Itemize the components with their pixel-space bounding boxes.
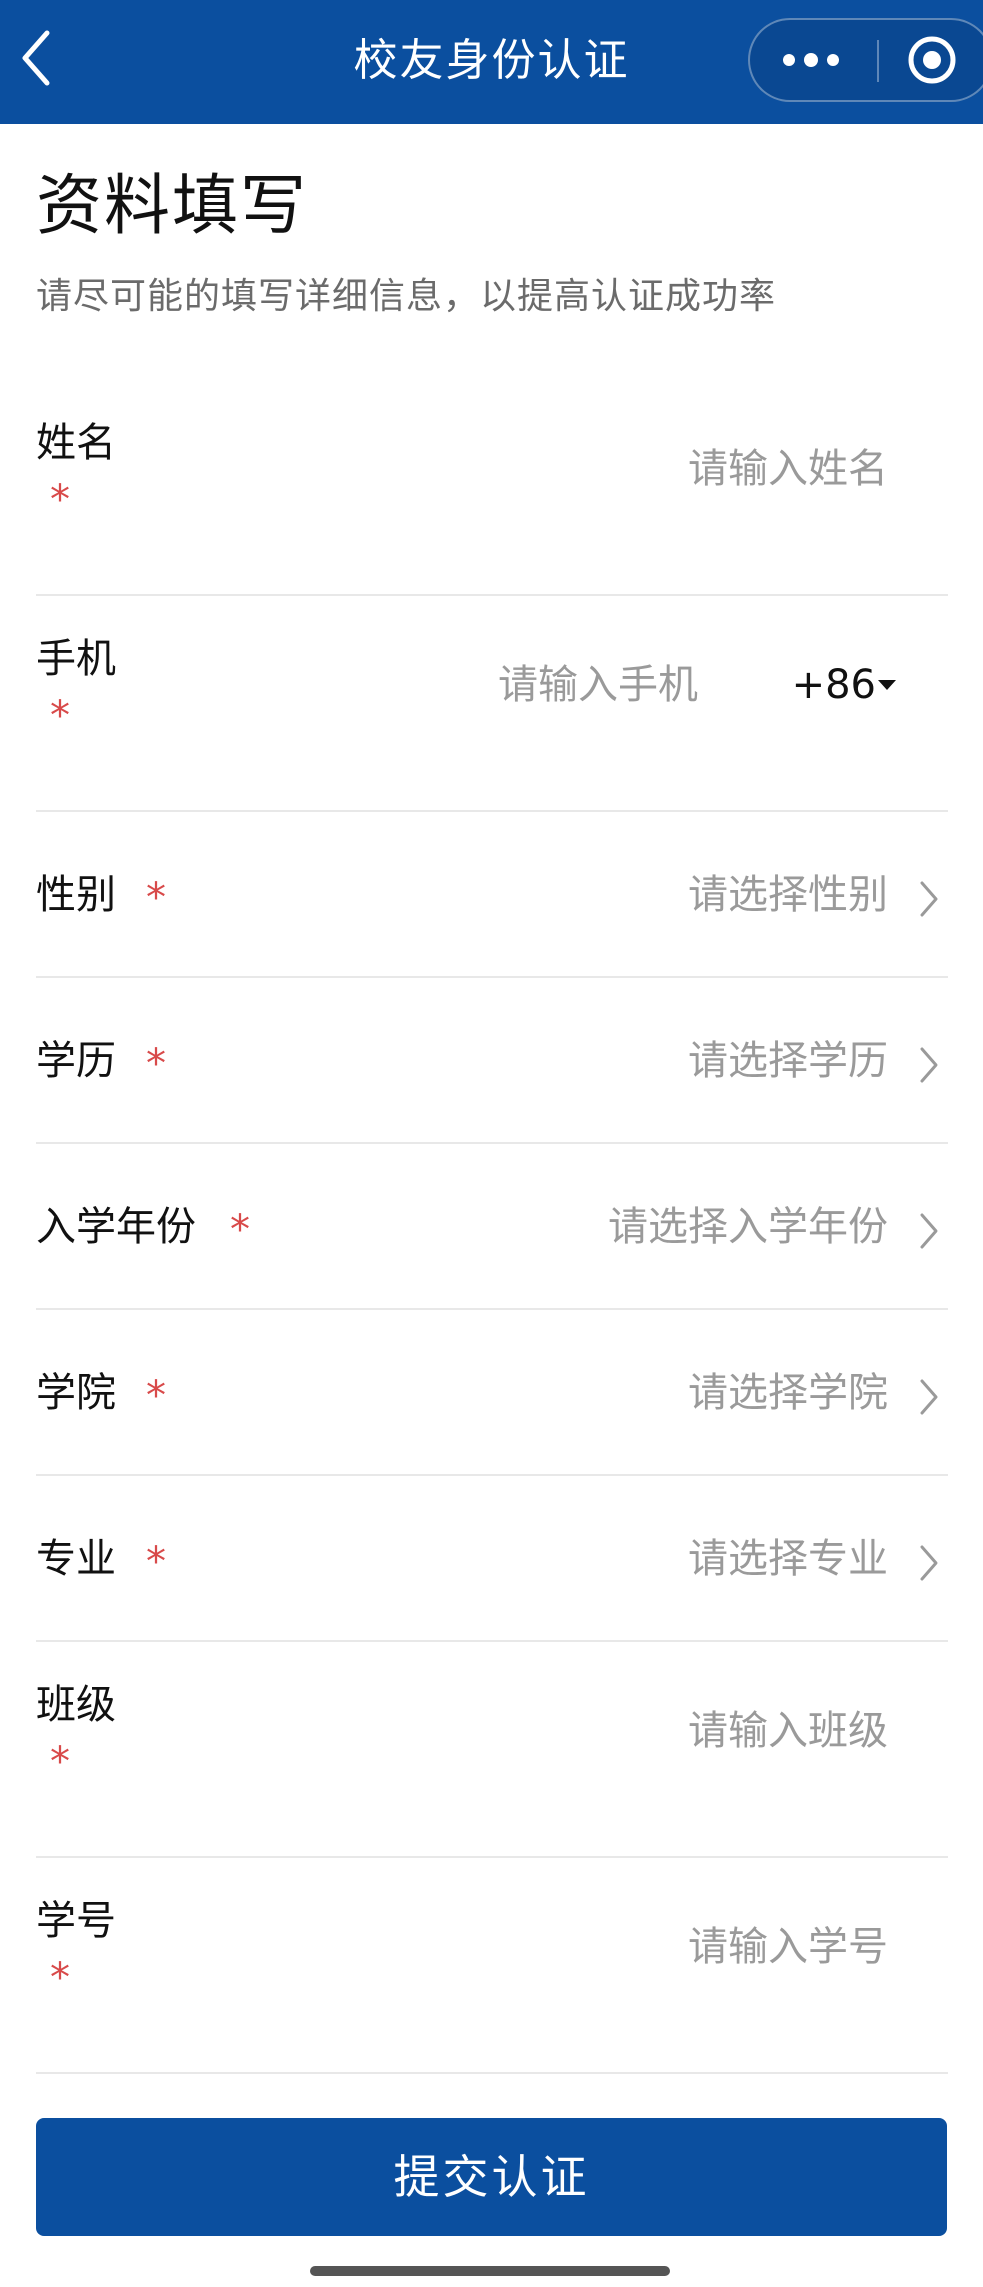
page-subtitle: 请尽可能的填写详细信息，以提高认证成功率 bbox=[36, 276, 777, 317]
chevron-right-icon bbox=[914, 1370, 944, 1424]
major-select[interactable]: 请选择专业 bbox=[688, 1532, 888, 1586]
required-mark: * bbox=[146, 1539, 166, 1585]
more-button[interactable] bbox=[750, 20, 872, 100]
chevron-right-icon bbox=[914, 872, 944, 926]
field-label: 姓名 bbox=[36, 420, 116, 466]
field-row-college[interactable]: 学院 * 请选择学院 bbox=[36, 1310, 948, 1476]
field-label: 学院 bbox=[36, 1370, 116, 1416]
field-label: 班级 bbox=[36, 1682, 116, 1728]
field-label: 专业 bbox=[36, 1536, 116, 1582]
required-mark: * bbox=[230, 1207, 250, 1253]
mini-program-capsule bbox=[748, 18, 983, 102]
nav-bar: 校友身份认证 bbox=[0, 0, 983, 124]
enrollment-year-select[interactable]: 请选择入学年份 bbox=[608, 1200, 888, 1254]
class-input[interactable]: 请输入班级 bbox=[688, 1704, 888, 1758]
field-label: 入学年份 bbox=[36, 1204, 196, 1250]
chevron-right-icon bbox=[914, 1204, 944, 1258]
profile-form: 姓名 * 请输入姓名 手机 * 请输入手机 +86 性别 * 请选择性别 学历 … bbox=[36, 380, 948, 2074]
target-circle-icon bbox=[908, 36, 956, 84]
caret-down-icon[interactable] bbox=[876, 674, 898, 696]
required-mark: * bbox=[146, 1373, 166, 1419]
field-label: 手机 bbox=[36, 636, 116, 682]
field-row-phone[interactable]: 手机 * 请输入手机 +86 bbox=[36, 596, 948, 812]
education-select[interactable]: 请选择学历 bbox=[688, 1034, 888, 1088]
field-row-gender[interactable]: 性别 * 请选择性别 bbox=[36, 812, 948, 978]
submit-button[interactable]: 提交认证 bbox=[36, 2118, 947, 2236]
close-button[interactable] bbox=[890, 20, 974, 100]
field-row-class[interactable]: 班级 * 请输入班级 bbox=[36, 1642, 948, 1858]
required-mark: * bbox=[146, 875, 166, 921]
page-title: 资料填写 bbox=[36, 167, 308, 244]
required-mark: * bbox=[50, 1739, 70, 1785]
country-code-select[interactable]: +86 bbox=[792, 658, 876, 712]
required-mark: * bbox=[50, 477, 70, 523]
field-label: 学历 bbox=[36, 1038, 116, 1084]
required-mark: * bbox=[50, 1955, 70, 2001]
field-label: 学号 bbox=[36, 1898, 116, 1944]
student-id-input[interactable]: 请输入学号 bbox=[688, 1920, 888, 1974]
chevron-right-icon bbox=[914, 1536, 944, 1590]
field-row-major[interactable]: 专业 * 请选择专业 bbox=[36, 1476, 948, 1642]
required-mark: * bbox=[50, 693, 70, 739]
field-row-student-id[interactable]: 学号 * 请输入学号 bbox=[36, 1858, 948, 2074]
field-label: 性别 bbox=[36, 872, 116, 918]
capsule-divider bbox=[877, 40, 879, 82]
field-row-enrollment-year[interactable]: 入学年份 * 请选择入学年份 bbox=[36, 1144, 948, 1310]
phone-input[interactable]: 请输入手机 bbox=[498, 658, 698, 712]
college-select[interactable]: 请选择学院 bbox=[688, 1366, 888, 1420]
home-indicator bbox=[310, 2266, 670, 2276]
chevron-right-icon bbox=[914, 1038, 944, 1092]
gender-select[interactable]: 请选择性别 bbox=[688, 868, 888, 922]
more-dots-icon bbox=[783, 53, 839, 67]
required-mark: * bbox=[146, 1041, 166, 1087]
field-row-name[interactable]: 姓名 * 请输入姓名 bbox=[36, 380, 948, 596]
field-row-education[interactable]: 学历 * 请选择学历 bbox=[36, 978, 948, 1144]
name-input[interactable]: 请输入姓名 bbox=[688, 442, 888, 496]
